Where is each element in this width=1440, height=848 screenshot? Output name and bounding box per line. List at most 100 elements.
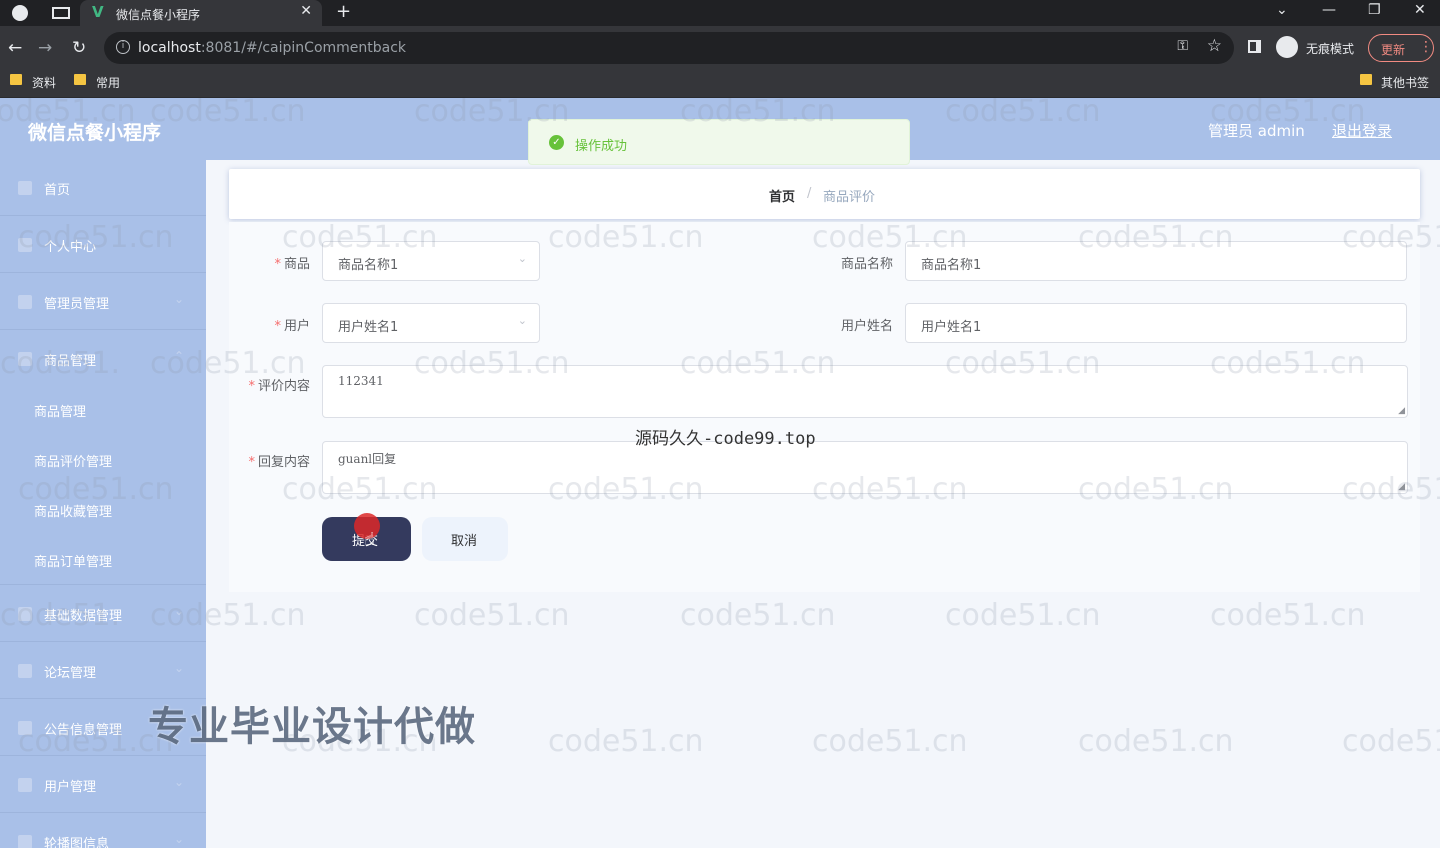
- sidebar-item-label: 基础数据管理: [44, 609, 123, 624]
- bar-chart-icon: [18, 295, 32, 309]
- sidebar-item-profile[interactable]: 个人中心: [0, 217, 206, 273]
- back-icon[interactable]: ←: [8, 38, 22, 58]
- goods-select-value: 商品名称1: [338, 258, 399, 273]
- close-tab-icon[interactable]: ✕: [300, 3, 312, 19]
- chevron-down-icon: ⌄: [517, 252, 527, 265]
- sidebar-item-label: 用户管理: [44, 780, 97, 795]
- cancel-label: 取消: [451, 534, 478, 549]
- watermark: code51.cn: [548, 724, 704, 759]
- breadcrumb-separator: /: [807, 186, 812, 201]
- sidebar-subitem-label: 商品评价管理: [34, 455, 113, 470]
- goods-select[interactable]: 商品名称1 ⌄: [322, 241, 540, 281]
- user-label-text: 用户: [283, 319, 310, 334]
- watermark-banner: 专业毕业设计代做: [148, 704, 476, 750]
- comment-label-text: 评价内容: [257, 379, 310, 394]
- forum-icon: [18, 664, 32, 678]
- browser-profile-icon[interactable]: [12, 5, 28, 21]
- update-label: 更新: [1381, 43, 1406, 57]
- url-field[interactable]: i localhost:8081/#/caipinCommentback ⚿ ☆: [104, 32, 1234, 64]
- forward-icon[interactable]: →: [38, 38, 52, 58]
- watermark: code51.cn: [1342, 724, 1440, 759]
- chevron-down-icon: ⌄: [174, 604, 185, 618]
- bookmark-star-icon[interactable]: ☆: [1207, 36, 1222, 56]
- sidebar-item-label: 论坛管理: [44, 666, 97, 681]
- resize-grip-icon[interactable]: ◢: [1398, 406, 1405, 416]
- sidebar-subitem-goods-orders[interactable]: 商品订单管理: [0, 535, 206, 585]
- window-close-icon[interactable]: ✕: [1414, 2, 1426, 18]
- incognito-icon[interactable]: [1276, 36, 1298, 58]
- hand-cursor-icon: ☝: [364, 529, 375, 550]
- restore-icon[interactable]: ❐: [1368, 2, 1381, 18]
- sidebar-item-base-data[interactable]: 基础数据管理 ⌄: [0, 586, 206, 642]
- user-name-value: 用户姓名1: [921, 320, 982, 335]
- watermark: code51.cn: [1210, 598, 1366, 633]
- watermark: code51.cn: [1078, 724, 1234, 759]
- side-panel-icon[interactable]: [1248, 40, 1261, 53]
- browser-tab-bar: V 微信点餐小程序 ✕ + ⌄ — ❐ ✕: [0, 0, 1440, 26]
- user-icon: [18, 238, 32, 252]
- browser-tab-title: 微信点餐小程序: [116, 8, 201, 22]
- sidebar-item-goods[interactable]: 商品管理 ⌃: [0, 331, 206, 387]
- tab-search-icon[interactable]: [52, 7, 70, 19]
- resize-grip-icon[interactable]: ◢: [1398, 482, 1405, 492]
- other-bookmarks[interactable]: 其他书签: [1381, 74, 1429, 91]
- chevron-up-icon: ⌃: [174, 349, 185, 363]
- cancel-button[interactable]: 取消: [422, 517, 508, 561]
- chevron-down-icon: ⌄: [174, 832, 185, 846]
- comment-textarea[interactable]: 112341 ◢: [322, 365, 1408, 418]
- goods-icon: [18, 352, 32, 366]
- sidebar-item-carousel[interactable]: 轮播图信息 ⌄: [0, 814, 206, 848]
- site-info-icon[interactable]: i: [116, 40, 130, 54]
- reply-value: guanl回复: [338, 452, 397, 466]
- update-button[interactable]: 更新 ⋮: [1368, 34, 1434, 62]
- user-name-label: 用户姓名: [840, 319, 893, 334]
- browser-address-bar: ← → ↻ i localhost:8081/#/caipinCommentba…: [0, 26, 1440, 70]
- sidebar-item-home[interactable]: 首页: [0, 160, 206, 216]
- sidebar-subitem-label: 商品订单管理: [34, 555, 113, 570]
- watermark-center: 源码久久-code99.top: [635, 429, 816, 449]
- bookmark-ziliao[interactable]: 资料: [32, 74, 56, 91]
- sidebar-subitem-goods-favorites[interactable]: 商品收藏管理: [0, 485, 206, 535]
- sidebar-subitem-goods[interactable]: 商品管理: [0, 385, 206, 435]
- browser-tab[interactable]: V 微信点餐小程序 ✕: [80, 0, 322, 26]
- new-tab-icon[interactable]: +: [336, 1, 351, 22]
- breadcrumb-home[interactable]: 首页: [769, 186, 795, 205]
- more-menu-icon[interactable]: ⋮: [1419, 39, 1433, 55]
- incognito-label: 无痕模式: [1306, 42, 1355, 56]
- sidebar-subitem-label: 商品管理: [34, 405, 87, 420]
- url-host: localhost: [138, 40, 201, 56]
- bookmark-changyong[interactable]: 常用: [96, 74, 120, 91]
- sidebar-subitem-goods-comments[interactable]: 商品评价管理: [0, 435, 206, 485]
- watermark: code51.cn: [812, 724, 968, 759]
- sidebar-item-label: 管理员管理: [44, 297, 110, 312]
- chevron-down-icon: ⌄: [517, 314, 527, 327]
- sidebar-item-users[interactable]: 用户管理 ⌄: [0, 757, 206, 813]
- folder-icon: [74, 74, 86, 85]
- reload-icon[interactable]: ↻: [72, 38, 86, 58]
- goods-name-field[interactable]: 商品名称1: [905, 241, 1407, 281]
- password-key-icon[interactable]: ⚿: [1177, 38, 1188, 54]
- url-path: :8081/#/caipinCommentback: [200, 40, 407, 56]
- minimize-icon[interactable]: —: [1322, 2, 1336, 18]
- chevron-down-icon: ⌄: [174, 661, 185, 675]
- sidebar-item-forum[interactable]: 论坛管理 ⌄: [0, 643, 206, 699]
- sidebar-item-label: 轮播图信息: [44, 837, 110, 848]
- breadcrumb: 首页 / 商品评价: [229, 169, 1420, 219]
- submit-button[interactable]: 提交 ☝: [322, 513, 411, 561]
- data-icon: [18, 607, 32, 621]
- goods-label: * 商品: [274, 257, 310, 272]
- tab-list-chevron-icon[interactable]: ⌄: [1276, 2, 1288, 18]
- goods-name-value: 商品名称1: [921, 258, 982, 273]
- comment-label: * 评价内容: [248, 379, 310, 394]
- reply-textarea[interactable]: guanl回复 ◢: [322, 441, 1408, 494]
- user-select[interactable]: 用户姓名1 ⌄: [322, 303, 540, 343]
- reply-label-text: 回复内容: [257, 455, 310, 470]
- logout-link[interactable]: 退出登录: [1332, 120, 1392, 141]
- watermark: code51.cn: [414, 598, 570, 633]
- notice-icon: [18, 721, 32, 735]
- user-name-field[interactable]: 用户姓名1: [905, 303, 1407, 343]
- chevron-down-icon: ⌄: [174, 292, 185, 306]
- sidebar-item-admins[interactable]: 管理员管理 ⌄: [0, 274, 206, 330]
- users-icon: [18, 778, 32, 792]
- goods-name-label: 商品名称: [840, 257, 893, 272]
